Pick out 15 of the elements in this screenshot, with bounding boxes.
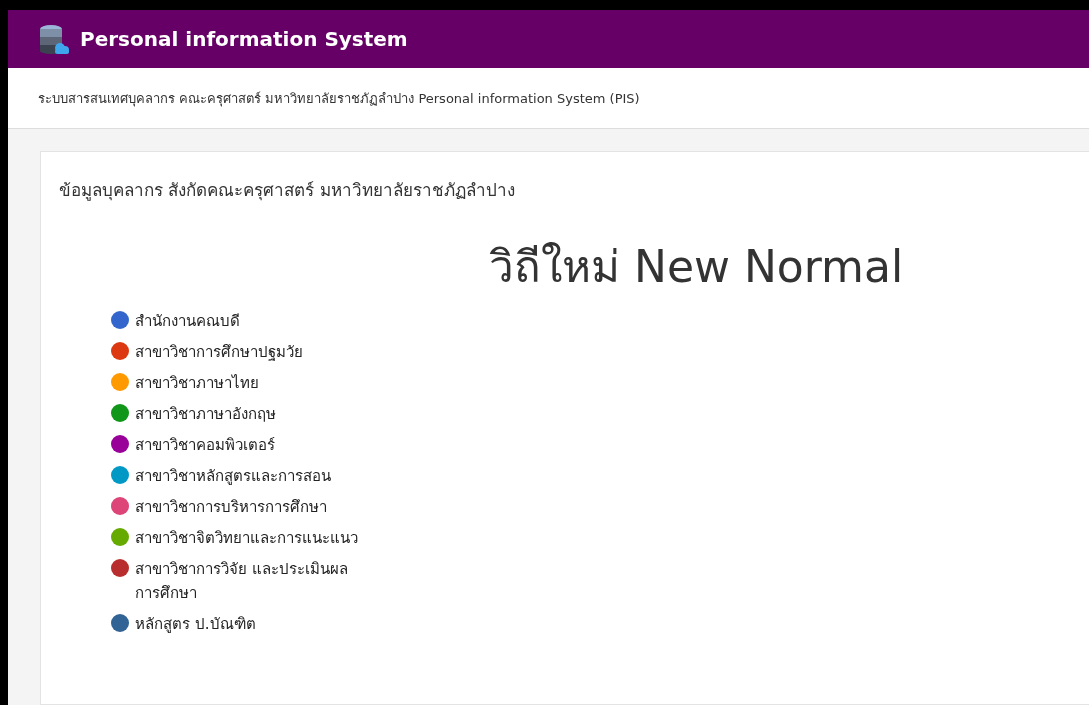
app-title: Personal information System: [80, 27, 408, 51]
chart-title: วิถีใหม่ New Normal: [489, 240, 904, 294]
legend-label: สาขาวิชาคอมพิวเตอร์: [135, 435, 276, 456]
system-subtitle: ระบบสารสนเทศบุคลากร คณะครุศาสตร์ มหาวิทยาลัยราชภัฏลำปาง Personal information System (PIS): [38, 89, 640, 109]
legend-label: สาขาวิชาภาษาอังกฤษ: [135, 404, 277, 425]
legend-label: สาขาวิชาหลักสูตรและการสอน: [135, 466, 332, 487]
legend-label: สำนักงานคณบดี: [135, 311, 241, 332]
card-title: ข้อมูลบุคลากร สังกัดคณะครุศาสตร์ มหาวิทยาลัยราชภัฏลำปาง: [59, 179, 516, 203]
legend-label: สาขาวิชาการศึกษาปฐมวัย: [135, 342, 304, 363]
database-cloud-icon: [38, 23, 70, 55]
legend-label: สาขาวิชาจิตวิทยาและการแนะแนว: [135, 528, 359, 549]
legend-label: หลักสูตร ป.บัณฑิต: [135, 614, 257, 635]
legend-label: สาขาวิชาการบริหารการศึกษา: [135, 497, 328, 518]
legend-label: สาขาวิชาการวิจัย และประเมินผลการศึกษา: [135, 559, 349, 604]
legend-label: สาขาวิชาภาษาไทย: [135, 373, 260, 394]
